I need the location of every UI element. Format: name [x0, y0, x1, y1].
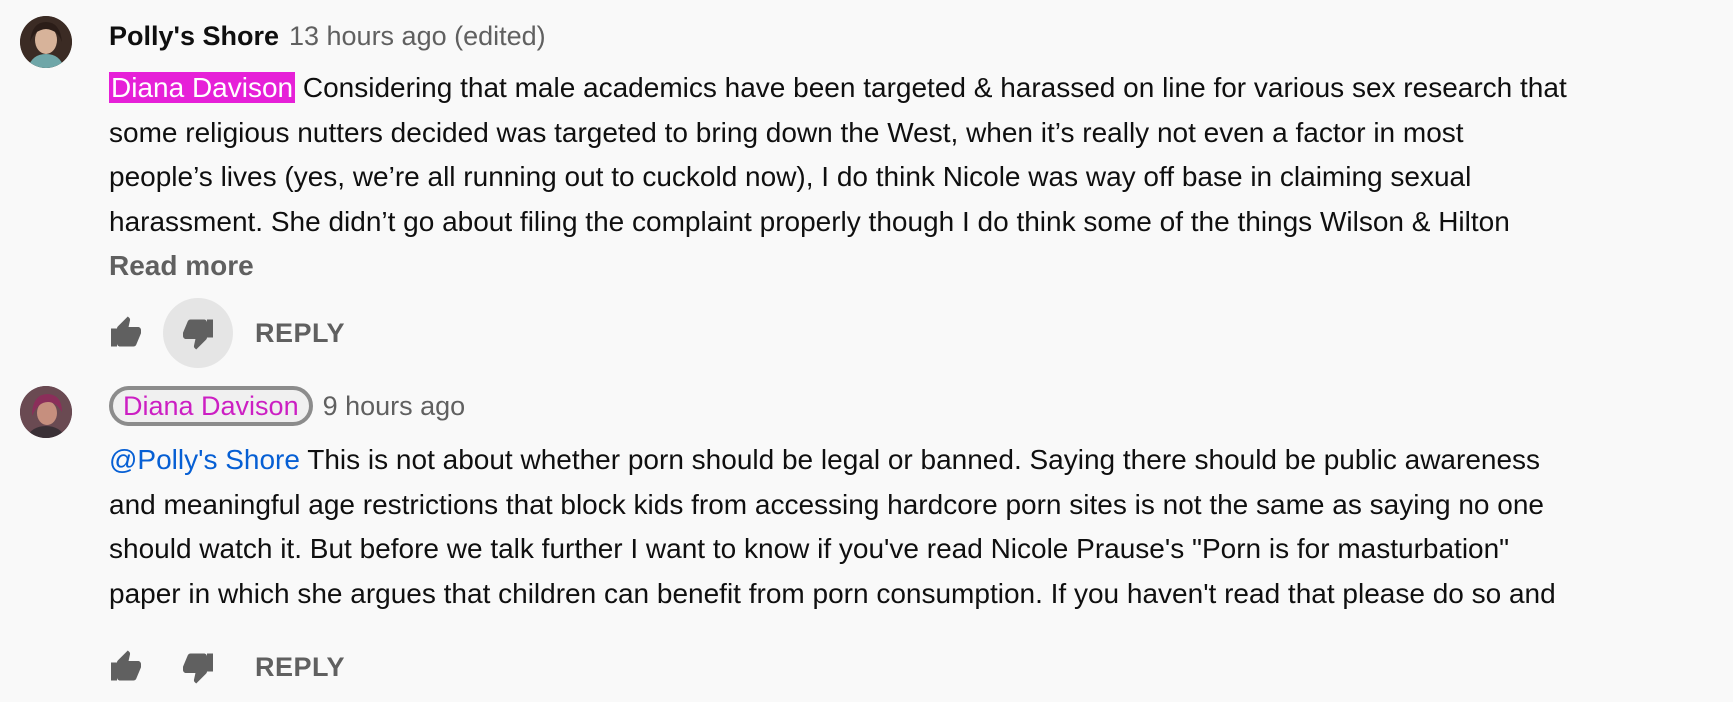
timestamp[interactable]: 9 hours ago [323, 391, 466, 422]
comment-line-text: Considering that male academics have bee… [295, 72, 1567, 103]
comment-line: paper in which she argues that children … [109, 577, 1556, 609]
thumb-up-icon [111, 650, 141, 681]
like-button[interactable] [91, 298, 161, 368]
comment-line: harassment. She didn’t go about filing t… [109, 205, 1510, 237]
reply-button[interactable]: REPLY [255, 318, 345, 349]
comment-line: some religious nutters decided was targe… [109, 116, 1464, 148]
comment-line: and meaningful age restrictions that blo… [109, 488, 1544, 520]
timestamp[interactable]: 13 hours ago (edited) [289, 21, 546, 52]
avatar[interactable] [20, 16, 72, 68]
comment-line: @Polly's Shore This is not about whether… [109, 438, 1724, 483]
comment-actions: REPLY [109, 298, 345, 368]
comment-line: people’s lives (yes, we’re all running o… [109, 161, 1472, 192]
avatar-image [20, 386, 72, 438]
comment-text: Diana Davison Considering that male acad… [109, 66, 1724, 244]
comment-text: @Polly's Shore This is not about whether… [109, 438, 1724, 616]
comment-header: Diana Davison 9 hours ago [109, 386, 466, 426]
comment-line: should watch it. But before we talk furt… [109, 533, 1510, 564]
thumb-down-icon [183, 319, 213, 350]
thumb-up-icon [111, 316, 141, 347]
comment-line-text: This is not about whether porn should be… [299, 444, 1541, 475]
avatar-image [20, 16, 72, 68]
comment-line: Diana Davison Considering that male acad… [109, 66, 1724, 111]
comment-header: Polly's Shore 13 hours ago (edited) [109, 18, 546, 54]
dislike-button[interactable] [163, 298, 233, 368]
read-more-button[interactable]: Read more [109, 250, 254, 282]
mention-link[interactable]: Diana Davison [109, 72, 296, 103]
mention-link[interactable]: @Polly's Shore [109, 444, 300, 475]
author-name-chip[interactable]: Diana Davison [109, 386, 313, 426]
reply-button[interactable]: REPLY [255, 652, 345, 683]
thumb-down-icon [183, 653, 213, 684]
author-name[interactable]: Polly's Shore [109, 21, 279, 52]
avatar[interactable] [20, 386, 72, 438]
